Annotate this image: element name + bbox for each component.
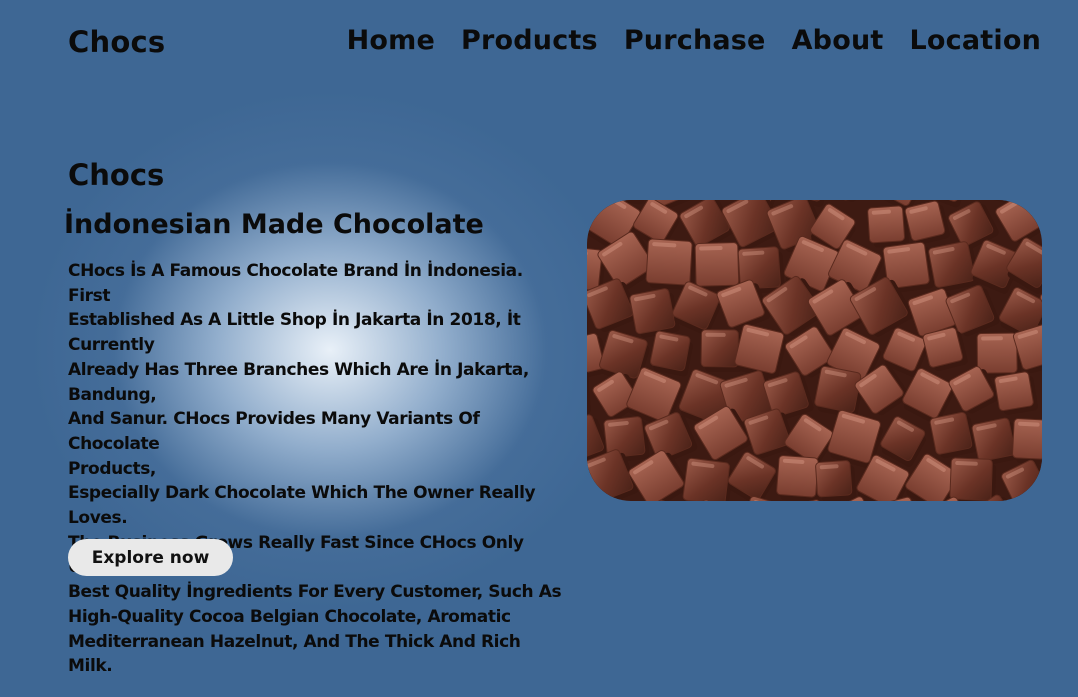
- chocolate-cube: [587, 497, 609, 501]
- chocolate-cube: [649, 330, 693, 377]
- hero-description-line: Products,: [68, 458, 156, 479]
- chocolate-cube: [815, 460, 857, 501]
- explore-now-button[interactable]: Explore now: [68, 539, 233, 576]
- chocolate-cube: [814, 365, 864, 418]
- nav-link-purchase[interactable]: Purchase: [624, 25, 766, 56]
- nav-link-home[interactable]: Home: [347, 25, 435, 56]
- chocolate-cube-face: [587, 200, 607, 203]
- chocolate-cube-highlight: [981, 336, 1003, 341]
- chocolate-cube: [928, 241, 980, 292]
- hero-subtitle: İndonesian Made Chocolate: [64, 209, 484, 240]
- chocolate-cube: [776, 455, 822, 501]
- chocolate-cube: [1012, 418, 1042, 465]
- chocolate-cube: [949, 457, 997, 501]
- hero-description-line: High-Quality Cocoa Belgian Chocolate, Ar…: [68, 606, 511, 627]
- hero-title: Chocs: [68, 158, 165, 192]
- chocolate-cube: [867, 205, 909, 248]
- hero-description-line: Established As A Little Shop İn Jakarta …: [68, 310, 521, 356]
- brand-logo[interactable]: Chocs: [68, 25, 165, 59]
- chocolate-cube: [694, 242, 743, 292]
- nav-link-products[interactable]: Products: [461, 25, 598, 56]
- hero-description-line: CHocs İs A Famous Chocolate Brand İn İnd…: [68, 261, 523, 306]
- chocolate-cubes-photo: [587, 200, 1042, 501]
- hero-description: CHocs İs A Famous Chocolate Brand İn İnd…: [68, 259, 568, 679]
- chocolate-cube-highlight: [705, 332, 726, 337]
- hero-description-line: Mediterranean Hazelnut, And The Thick An…: [68, 631, 521, 677]
- hero-description-line: Best Quality İngredients For Every Custo…: [68, 582, 562, 603]
- top-navigation: Chocs Home Products Purchase About Locat…: [0, 0, 1078, 90]
- chocolate-cubes-image: [587, 200, 1042, 501]
- chocolate-cube-highlight: [699, 245, 723, 251]
- hero-description-line: Especially Dark Chocolate Which The Owne…: [68, 483, 536, 529]
- hero-description-line: And Sanur. CHocs Provides Many Variants …: [68, 409, 480, 454]
- chocolate-cube: [929, 411, 977, 459]
- chocolate-cube: [682, 457, 733, 501]
- hero-description-line: Already Has Three Branches Which Are İn …: [68, 359, 529, 405]
- chocolate-cube: [994, 371, 1038, 415]
- chocolate-cube-face: [587, 497, 609, 501]
- chocolate-cube: [700, 329, 743, 372]
- nav-menu: Home Products Purchase About Location: [347, 25, 1041, 56]
- nav-link-location[interactable]: Location: [909, 25, 1041, 56]
- nav-link-about[interactable]: About: [792, 25, 884, 56]
